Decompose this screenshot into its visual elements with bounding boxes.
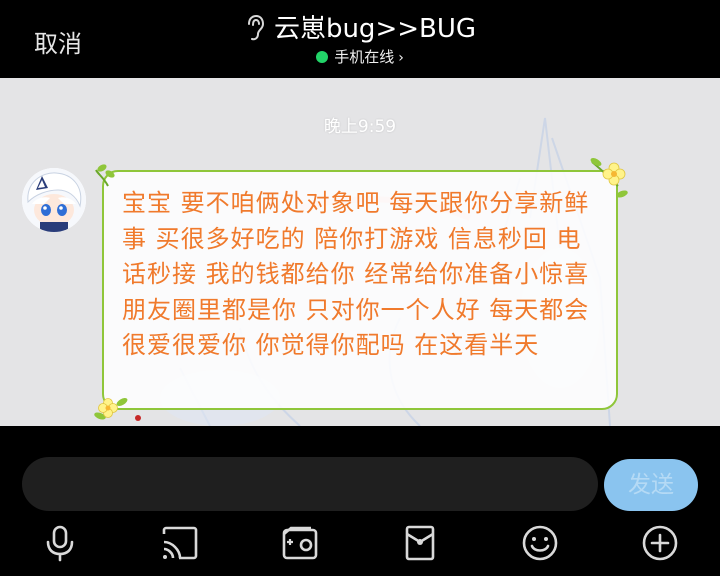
avatar[interactable] xyxy=(22,168,86,232)
emoji-icon[interactable] xyxy=(521,524,559,562)
input-area: 发送 xyxy=(0,426,720,576)
flower-decoration-icon xyxy=(590,158,628,198)
chevron-right-icon: › xyxy=(398,50,404,66)
plus-icon[interactable] xyxy=(641,524,679,562)
status-text: 手机在线 xyxy=(334,48,395,66)
photo-icon[interactable] xyxy=(281,524,319,562)
contact-name[interactable]: 云崽bug>>BUG xyxy=(274,14,476,44)
message-input[interactable] xyxy=(22,457,598,511)
title-row: 云崽bug>>BUG xyxy=(0,12,720,46)
online-dot-icon xyxy=(316,51,329,63)
send-button[interactable]: 发送 xyxy=(604,459,698,511)
flower-decoration-bottom-icon xyxy=(94,398,128,420)
chat-header: 取消 云崽bug>>BUG 手机在线 › xyxy=(0,0,720,78)
cast-icon[interactable] xyxy=(161,524,199,562)
chat-area: 晚上9:59 宝宝 要不咱俩处对象吧 每天跟你分享新鲜事 买很多好吃的 陪你打游… xyxy=(0,78,720,426)
message-timestamp: 晚上9:59 xyxy=(323,117,397,137)
leaf-decoration-icon xyxy=(95,164,115,187)
microphone-icon[interactable] xyxy=(41,524,79,562)
ear-icon[interactable] xyxy=(244,14,266,42)
message-bubble[interactable]: 宝宝 要不咱俩处对象吧 每天跟你分享新鲜事 买很多好吃的 陪你打游戏 信息秒回 … xyxy=(102,170,618,410)
online-status[interactable]: 手机在线 › xyxy=(0,46,720,69)
red-packet-icon[interactable] xyxy=(401,524,439,562)
message-text: 宝宝 要不咱俩处对象吧 每天跟你分享新鲜事 买很多好吃的 陪你打游戏 信息秒回 … xyxy=(122,189,590,359)
avatar-image xyxy=(22,168,86,232)
